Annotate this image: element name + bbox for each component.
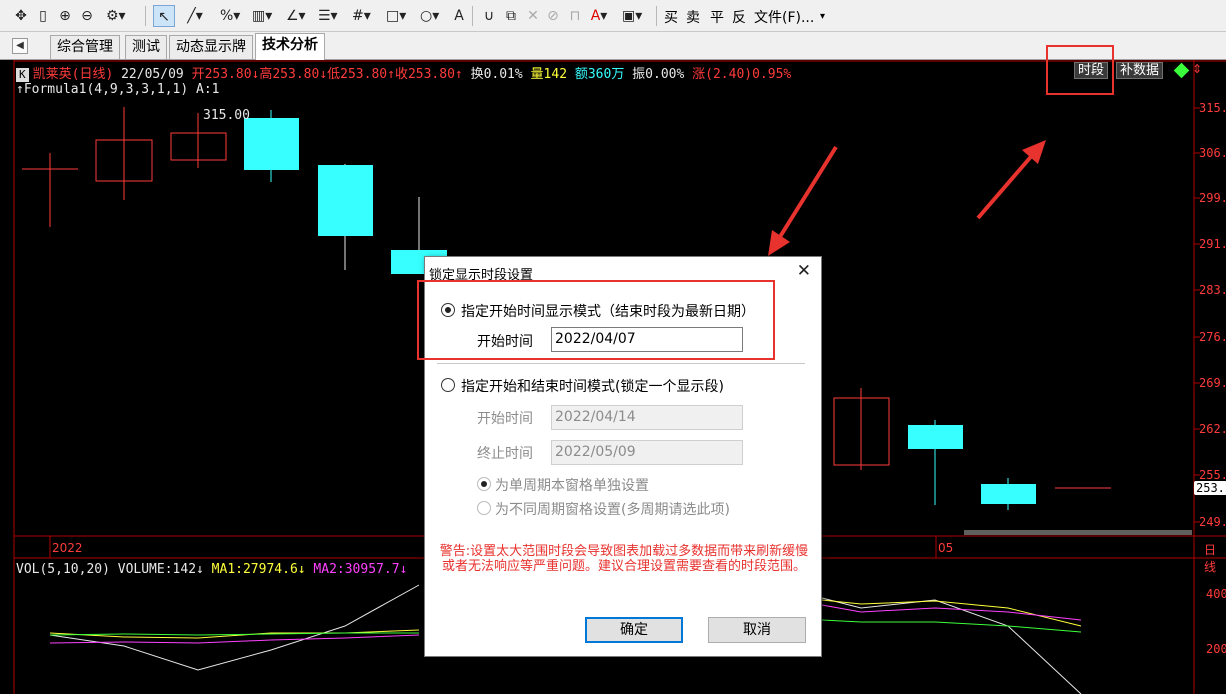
price-tick: 283. bbox=[1199, 283, 1226, 297]
percent-icon[interactable]: %▾ bbox=[220, 5, 240, 27]
vol-value: VOLUME:142↓ bbox=[117, 562, 204, 577]
zoom-in-icon[interactable]: ⊕ bbox=[56, 5, 74, 27]
tab-test[interactable]: 测试 bbox=[125, 35, 167, 59]
mode2-end-label: 终止时间 bbox=[477, 446, 533, 462]
sub2-radio[interactable] bbox=[477, 501, 491, 515]
change: 涨(2.40)0.95% bbox=[692, 67, 792, 82]
price-tick: 315. bbox=[1199, 101, 1226, 115]
ma1-value: MA1:27974.6↓ bbox=[211, 562, 306, 577]
price-tick: 249. bbox=[1199, 515, 1226, 529]
annotation-highlight-mode1 bbox=[417, 280, 775, 360]
turnover: 换0.01% bbox=[470, 67, 523, 82]
price-tick: 262. bbox=[1199, 422, 1226, 436]
close-price: 收253.80↑ bbox=[394, 67, 463, 82]
cancel-button[interactable]: 取消 bbox=[708, 617, 806, 643]
low-price: 低253.80↑ bbox=[327, 67, 395, 82]
toolbar: ✥ ▯ ⊕ ⊖ ⚙▾ ↖ ╱▾ %▾ ▥▾ ∠▾ ☰▾ #▾ □▾ ○▾ A ∪… bbox=[0, 0, 1226, 32]
open-price: 开253.80↓ bbox=[191, 67, 260, 82]
magnet-icon[interactable]: ∪ bbox=[480, 5, 498, 27]
amount: 额360万 bbox=[574, 67, 625, 82]
price-tick: 306. bbox=[1199, 146, 1226, 160]
price-tick: 255. bbox=[1199, 468, 1226, 482]
settings-icon[interactable]: ⚙▾ bbox=[106, 5, 126, 27]
vol-label: VOL(5,10,20) bbox=[16, 562, 110, 577]
tab-scroll-left-icon[interactable]: ◀ bbox=[12, 38, 28, 54]
tab-comprehensive[interactable]: 综合管理 bbox=[50, 35, 120, 59]
lock-icon[interactable]: ⊓ bbox=[566, 5, 584, 27]
sub2-label[interactable]: 为不同周期窗格设置(多周期请选此项) bbox=[495, 499, 730, 519]
color-icon[interactable]: A▾ bbox=[590, 5, 608, 27]
angle-icon[interactable]: ∠▾ bbox=[286, 5, 306, 27]
annotation-highlight-period bbox=[1046, 45, 1114, 95]
date-label-year: 2022 bbox=[52, 541, 83, 555]
tab-technical-analysis[interactable]: 技术分析 bbox=[255, 33, 325, 60]
tab-bar: ◀ 综合管理 测试 动态显示牌 技术分析 bbox=[0, 32, 1226, 60]
high-price: 高253.80↓ bbox=[259, 67, 328, 82]
grid-icon[interactable]: ▥▾ bbox=[252, 5, 272, 27]
annotation-arrows bbox=[768, 140, 1046, 256]
delete-icon[interactable]: ✕ bbox=[524, 5, 542, 27]
bar-date: 22/05/09 bbox=[121, 67, 184, 82]
mode2-end-input[interactable]: 2022/05/09 bbox=[551, 440, 743, 465]
sub1-label[interactable]: 为单周期本窗格单独设置 bbox=[495, 475, 649, 495]
rect-icon[interactable]: □▾ bbox=[386, 5, 406, 27]
mode2-start-input[interactable]: 2022/04/14 bbox=[551, 405, 743, 430]
mode2-radio[interactable] bbox=[441, 378, 455, 392]
file-menu[interactable]: 文件(F)... bbox=[754, 7, 814, 27]
high-marker: 315.00 bbox=[203, 108, 250, 123]
ok-button[interactable]: 确定 bbox=[585, 617, 683, 643]
line-icon[interactable]: ╱▾ bbox=[186, 5, 204, 27]
menu-dropdown-icon[interactable]: ▾ bbox=[820, 11, 825, 22]
level-icon[interactable]: ☰▾ bbox=[318, 5, 338, 27]
vol-tick: 400 bbox=[1206, 587, 1226, 601]
stock-name: 凯莱英(日线) bbox=[32, 67, 114, 82]
mode2-start-label: 开始时间 bbox=[477, 411, 533, 427]
volume: 量142 bbox=[530, 67, 568, 82]
copy-icon[interactable]: ⧉ bbox=[502, 5, 520, 27]
mode2-label[interactable]: 指定开始和结束时间模式(锁定一个显示段) bbox=[461, 376, 724, 396]
stock-info-line: K 凯莱英(日线) 22/05/09 开253.80↓高253.80↓低253.8… bbox=[16, 63, 791, 82]
period-label: 日线 bbox=[1204, 543, 1217, 574]
current-price-tag: 253. bbox=[1194, 481, 1226, 495]
warning-text: 警告:设置太大范围时段会导致图表加载过多数据而带来刷新缓慢或者无法响应等严重问题… bbox=[439, 544, 809, 574]
text-icon[interactable]: A bbox=[450, 5, 468, 27]
hash-icon[interactable]: #▾ bbox=[352, 5, 371, 27]
date-label-month: 05 bbox=[938, 541, 954, 555]
price-tick: 291. bbox=[1199, 237, 1226, 251]
expand-icon[interactable]: ⇕ bbox=[1192, 62, 1202, 76]
close-icon[interactable]: ✕ bbox=[797, 261, 811, 281]
zoom-out-icon[interactable]: ⊖ bbox=[78, 5, 96, 27]
circle-icon[interactable]: ○▾ bbox=[420, 5, 439, 27]
vol-tick: 200 bbox=[1206, 642, 1226, 656]
amplitude: 振0.00% bbox=[632, 67, 685, 82]
fill-data-button[interactable]: 补数据 bbox=[1116, 62, 1164, 79]
volume-indicator-line: VOL(5,10,20) VOLUME:142↓ MA1:27974.6↓ MA… bbox=[16, 562, 407, 577]
price-tick: 299. bbox=[1199, 191, 1226, 205]
k-badge: K bbox=[16, 68, 29, 82]
move-icon[interactable]: ✥ bbox=[12, 5, 30, 27]
price-tick: 276. bbox=[1199, 330, 1226, 344]
ma2-value: MA2:30957.7↓ bbox=[313, 562, 408, 577]
buy-button[interactable]: 买 bbox=[664, 7, 678, 27]
dialog-separator bbox=[437, 363, 805, 364]
cursor-icon[interactable]: ↖ bbox=[153, 5, 175, 27]
ruler-icon[interactable]: ▯ bbox=[34, 5, 52, 27]
formula-label: ↑Formula1(4,9,3,3,1,1) A:1 bbox=[16, 82, 220, 97]
sub1-radio[interactable] bbox=[477, 477, 491, 491]
sell-button[interactable]: 卖 bbox=[686, 7, 700, 27]
lock-period-dialog: 锁定显示时段设置 ✕ 指定开始时间显示模式（结束时段为最新日期） 开始时间 20… bbox=[417, 256, 822, 657]
reverse-button[interactable]: 反 bbox=[732, 7, 746, 27]
price-tick: 269. bbox=[1199, 376, 1226, 390]
app-window: ✥ ▯ ⊕ ⊖ ⚙▾ ↖ ╱▾ %▾ ▥▾ ∠▾ ☰▾ #▾ □▾ ○▾ A ∪… bbox=[0, 0, 1226, 694]
save-icon[interactable]: ▣▾ bbox=[622, 5, 642, 27]
link-icon[interactable]: ⊘ bbox=[544, 5, 562, 27]
tab-dynamic-board[interactable]: 动态显示牌 bbox=[169, 35, 253, 59]
flat-button[interactable]: 平 bbox=[710, 7, 724, 27]
